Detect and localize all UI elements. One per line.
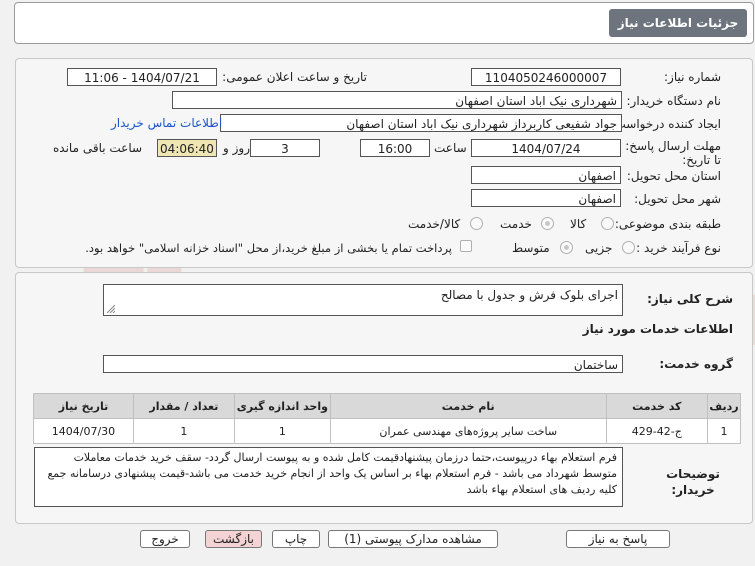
col-date-header: تاريخ نياز — [33, 393, 134, 419]
process-option-minor: جزيی — [585, 241, 613, 255]
cell-qty: 1 — [132, 418, 235, 444]
days-label: روز و — [223, 141, 250, 155]
buyer-field: شهرداری نیک اباد استان اصفهان — [172, 91, 622, 109]
cell-name: ساخت سایر پروژه‌های مهندسی عمران — [329, 418, 607, 444]
need-number-field: 1104050246000007 — [471, 68, 621, 86]
cell-unit: 1 — [233, 418, 331, 444]
need-number-label: شماره نياز: — [664, 70, 721, 84]
announce-field: 1404/07/21 - 11:06 — [67, 68, 217, 86]
category-option-both: کالا/خدمت — [408, 217, 461, 231]
need-desc-field[interactable]: اجرای بلوک فرش و جدول با مصالح — [103, 284, 623, 316]
deadline-label: مهلت ارسال پاسخ: تا تاریخ: — [625, 139, 721, 167]
category-label: طبقه بندی موضوعی: — [614, 217, 721, 231]
title-bar: جزئيات اطلاعات نياز — [14, 2, 754, 44]
province-label: استان محل تحويل: — [626, 169, 721, 183]
col-code-header: کد خدمت — [605, 393, 709, 419]
service-group-label: گروه خدمت: — [659, 357, 733, 371]
days-field: 3 — [250, 139, 320, 157]
city-field: اصفهان — [471, 189, 621, 207]
page-title: جزئيات اطلاعات نياز — [609, 9, 747, 37]
attachments-button[interactable]: مشاهده مدارک پيوستی (1) — [328, 530, 498, 548]
payment-note: پرداخت تمام یا بخشی از مبلغ خرید،از محل … — [85, 241, 452, 255]
col-unit-header: واحد اندازه گيری — [233, 393, 331, 419]
services-section-title: اطلاعات خدمات مورد نياز — [582, 322, 733, 336]
service-group-field: ساختمان — [103, 355, 623, 373]
province-field: اصفهان — [471, 166, 621, 184]
services-table: رديف کد خدمت نام خدمت واحد اندازه گيری ت… — [33, 393, 741, 444]
deadline-date-field: 1404/07/24 — [471, 139, 621, 157]
category-radio-goods[interactable] — [601, 217, 614, 230]
process-option-medium: متوسط — [512, 241, 550, 255]
city-label: شهر محل تحويل: — [634, 192, 721, 206]
need-desc-label: شرح کلی نياز: — [647, 292, 733, 306]
cell-row: 1 — [707, 418, 741, 444]
time-label: ساعت — [434, 141, 467, 155]
col-qty-header: تعداد / مقدار — [132, 393, 235, 419]
buyer-notes-field[interactable]: فرم استعلام بهاء درپیوست،حتما درزمان پیش… — [34, 447, 623, 507]
cell-code: ج-42-429 — [605, 418, 709, 444]
category-radio-both[interactable] — [470, 217, 483, 230]
process-label: نوع فرآيند خريد : — [636, 241, 721, 255]
back-button[interactable]: بازگشت — [205, 530, 262, 548]
category-radio-service[interactable] — [541, 217, 554, 230]
treasury-checkbox[interactable] — [460, 240, 472, 252]
need-desc-text: اجرای بلوک فرش و جدول با مصالح — [440, 288, 618, 302]
buyer-label: نام دستگاه خريدار: — [626, 94, 722, 108]
creator-field: جواد شفیعی کاربرداز شهرداری نیک اباد است… — [220, 114, 622, 132]
process-radio-minor[interactable] — [622, 241, 635, 254]
deadline-time-field: 16:00 — [360, 139, 430, 157]
cell-date: 1404/07/30 — [33, 418, 134, 444]
buyer-notes-text: فرم استعلام بهاء درپیوست،حتما درزمان پیش… — [47, 451, 617, 496]
resize-grip-icon — [107, 305, 115, 313]
remaining-time: 04:06:40 — [157, 139, 217, 157]
category-option-service: خدمت — [500, 217, 532, 231]
table-row: 1 ج-42-429 ساخت سایر پروژه‌های مهندسی عم… — [33, 418, 741, 444]
col-row-header: رديف — [707, 393, 741, 419]
table-header-row: رديف کد خدمت نام خدمت واحد اندازه گيری ت… — [33, 393, 741, 419]
print-button[interactable]: چاپ — [272, 530, 320, 548]
creator-label: ايجاد کننده درخواست: — [610, 117, 721, 131]
reply-button[interactable]: پاسخ به نياز — [566, 530, 670, 548]
buyer-contact-link[interactable]: اطلاعات تماس خريدار — [111, 116, 222, 130]
announce-label: تاريخ و ساعت اعلان عمومی: — [222, 70, 367, 84]
process-radio-medium[interactable] — [560, 241, 573, 254]
buyer-notes-label: توضيحات خريدار: — [666, 467, 720, 497]
remaining-label: ساعت باقی مانده — [53, 141, 143, 155]
category-option-goods: کالا — [570, 217, 587, 231]
col-name-header: نام خدمت — [329, 393, 607, 419]
exit-button[interactable]: خروج — [140, 530, 190, 548]
